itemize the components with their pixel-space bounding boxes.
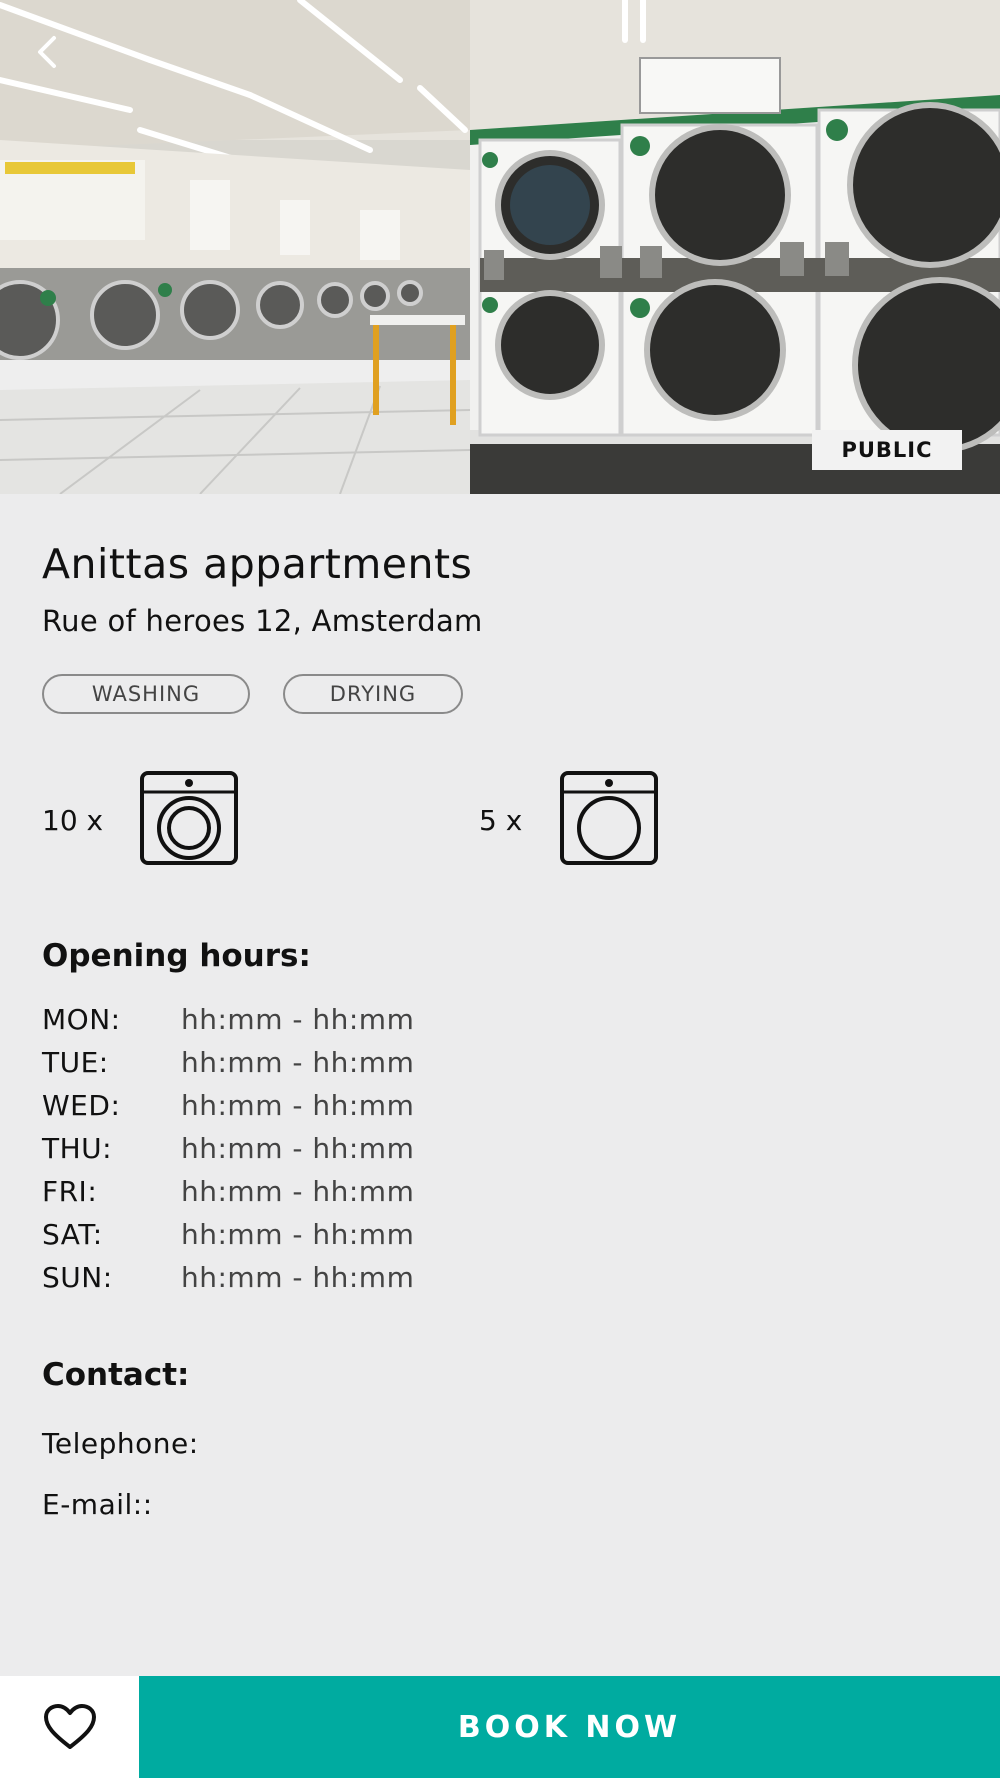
time-range: hh:mm - hh:mm <box>181 1046 415 1079</box>
time-range: hh:mm - hh:mm <box>181 1089 415 1122</box>
day-label: MON: <box>42 1003 121 1036</box>
location-details: Anittas appartments Rue of heroes 12, Am… <box>42 540 958 1521</box>
day-label: SAT: <box>42 1218 103 1251</box>
washing-machine-icon <box>140 771 238 865</box>
dryer-icon <box>560 771 658 865</box>
hours-row-tue: TUE: hh:mm - hh:mm <box>42 1041 958 1084</box>
location-name: Anittas appartments <box>42 540 473 588</box>
time-range: hh:mm - hh:mm <box>181 1132 415 1165</box>
tag-drying[interactable]: DRYING <box>283 674 463 714</box>
tag-washing[interactable]: WASHING <box>42 674 250 714</box>
back-button[interactable] <box>26 30 70 74</box>
visibility-badge: PUBLIC <box>812 430 962 470</box>
dryer-count-group: 5 x <box>479 770 658 870</box>
hero-image: PUBLIC <box>0 0 1000 494</box>
heart-icon <box>43 1704 96 1749</box>
chevron-left-icon <box>38 36 56 68</box>
hours-row-mon: MON: hh:mm - hh:mm <box>42 998 958 1041</box>
hours-row-sun: SUN: hh:mm - hh:mm <box>42 1256 958 1299</box>
favorite-button[interactable] <box>0 1676 139 1778</box>
dryer-count: 5 x <box>479 803 523 837</box>
washer-count-group: 10 x <box>42 770 238 870</box>
time-range: hh:mm - hh:mm <box>181 1261 415 1294</box>
hours-row-thu: THU: hh:mm - hh:mm <box>42 1127 958 1170</box>
location-address: Rue of heroes 12, Amsterdam <box>42 604 483 638</box>
hours-row-sat: SAT: hh:mm - hh:mm <box>42 1213 958 1256</box>
bottom-action-bar: BOOK NOW <box>0 1676 1000 1778</box>
book-now-button[interactable]: BOOK NOW <box>139 1676 1000 1778</box>
laundromat-photo <box>0 0 1000 494</box>
opening-hours-list: MON: hh:mm - hh:mm TUE: hh:mm - hh:mm WE… <box>42 998 958 1299</box>
email-label: E-mail:: <box>42 1488 153 1521</box>
day-label: THU: <box>42 1132 113 1165</box>
machine-counts: 10 x 5 x <box>42 770 958 870</box>
day-label: TUE: <box>42 1046 109 1079</box>
hours-row-fri: FRI: hh:mm - hh:mm <box>42 1170 958 1213</box>
time-range: hh:mm - hh:mm <box>181 1175 415 1208</box>
opening-hours-title: Opening hours: <box>42 938 311 974</box>
day-label: SUN: <box>42 1261 113 1294</box>
contact-title: Contact: <box>42 1357 190 1393</box>
time-range: hh:mm - hh:mm <box>181 1003 415 1036</box>
day-label: FRI: <box>42 1175 98 1208</box>
hours-row-wed: WED: hh:mm - hh:mm <box>42 1084 958 1127</box>
time-range: hh:mm - hh:mm <box>181 1218 415 1251</box>
telephone-label: Telephone: <box>42 1427 199 1460</box>
service-tags: WASHING DRYING <box>42 674 958 714</box>
washer-count: 10 x <box>42 803 104 837</box>
day-label: WED: <box>42 1089 121 1122</box>
